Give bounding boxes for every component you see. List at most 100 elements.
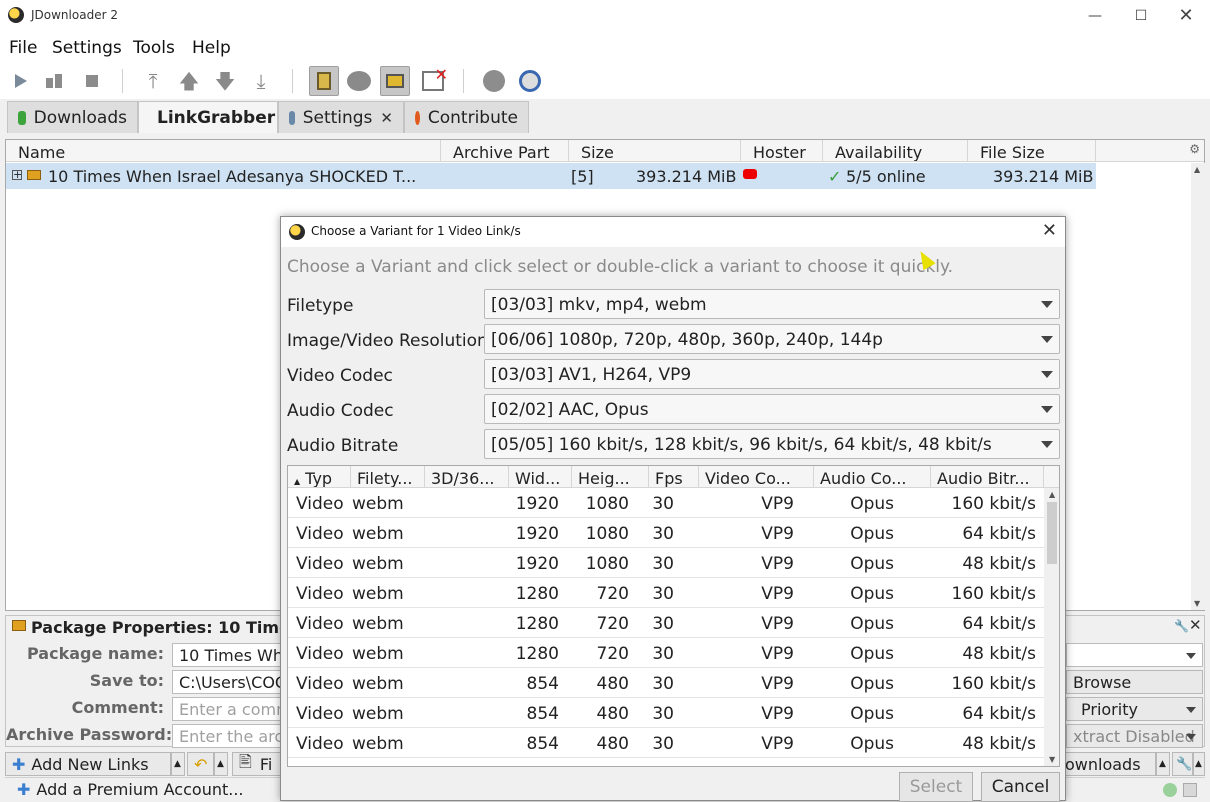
extract-dropdown[interactable]: xtract Disabled (1066, 724, 1203, 748)
move-bottom-button[interactable]: ⤓ (247, 67, 275, 95)
premium-toggle[interactable] (380, 66, 410, 96)
column-header-fps[interactable]: Fps (649, 466, 699, 488)
browse-label: Browse (1073, 672, 1132, 692)
close-tab-icon[interactable]: ✕ (380, 109, 393, 127)
audio-bitrate-select[interactable]: [05/05] 160 kbit/s, 128 kbit/s, 96 kbit/… (484, 429, 1060, 459)
file-button[interactable]: 🖹 Fi (232, 752, 282, 776)
tab-downloads[interactable]: Downloads (7, 101, 138, 133)
main-scrollbar[interactable]: ▲ ▼ (1191, 163, 1205, 610)
variant-row[interactable]: Video webm 1920 1080 30 VP9 Opus 64 kbit/s (288, 518, 1044, 548)
comment-field[interactable]: Enter a comm (172, 697, 292, 721)
clipboard-observer-toggle[interactable] (309, 66, 339, 96)
video-codec-select[interactable]: [03/03] AV1, H264, VP9 (484, 359, 1060, 389)
column-header-typ[interactable]: ▲ Typ (288, 466, 351, 488)
variant-row[interactable]: Video webm 854 480 30 VP9 Opus 48 kbit/s (288, 728, 1044, 758)
tab-contribute[interactable]: Contribute (404, 101, 529, 133)
start-downloads-bottom-button[interactable]: ownloads (1060, 752, 1156, 776)
package-name-field[interactable]: 10 Times Wh (172, 643, 292, 667)
column-settings-icon[interactable]: ⚙ (1189, 142, 1200, 156)
column-header-size[interactable]: Size (569, 140, 741, 162)
close-window-button[interactable]: ✕ (1163, 0, 1209, 31)
lock-icon (386, 74, 404, 88)
variant-row[interactable]: Video webm 854 480 30 VP9 Opus 64 kbit/s (288, 698, 1044, 728)
column-header-audio-bitrate[interactable]: Audio Bitr... (931, 466, 1044, 488)
add-new-links-button[interactable]: ✚ Add New Links (5, 752, 171, 776)
minimize-button[interactable]: — (1072, 0, 1118, 31)
close-panel-icon[interactable]: ✕ (1189, 616, 1202, 634)
column-header-audio-codec[interactable]: Audio Co... (814, 466, 931, 488)
menu-settings[interactable]: Settings (52, 38, 122, 58)
add-links-menu-button[interactable]: ▲ (171, 752, 185, 776)
menu-tools[interactable]: Tools (133, 38, 175, 58)
browse-button[interactable]: Browse (1066, 670, 1203, 694)
column-header-archive-part[interactable]: Archive Part (441, 140, 569, 162)
maximize-button[interactable]: ☐ (1118, 0, 1164, 31)
cancel-button[interactable]: Cancel (981, 772, 1060, 802)
variant-row[interactable]: Video webm 854 480 30 VP9 Opus 160 kbit/s (288, 668, 1044, 698)
package-name-dropdown[interactable] (1066, 643, 1203, 667)
resolution-value: [06/06] 1080p, 720p, 480p, 360p, 240p, 1… (491, 330, 883, 350)
properties-menu-button[interactable]: ▲ (1193, 752, 1205, 776)
audio-codec-label: Audio Codec (287, 401, 394, 421)
cell-typ: Video (296, 494, 344, 514)
archive-password-field[interactable]: Enter the arch (172, 724, 292, 748)
column-header-file-size[interactable]: File Size (968, 140, 1096, 162)
cell-width: 1280 (515, 614, 559, 634)
move-down-button[interactable]: 🡇 (211, 67, 239, 95)
menu-help[interactable]: Help (192, 38, 231, 58)
pause-button[interactable] (40, 67, 68, 95)
column-header-hoster[interactable]: Hoster (741, 140, 823, 162)
start-downloads-button[interactable] (7, 67, 35, 95)
comment-label: Comment: (71, 698, 164, 717)
expand-icon[interactable]: + (12, 169, 22, 180)
panel-settings-icon[interactable]: 🔧 (1174, 619, 1189, 633)
menu-file[interactable]: File (9, 38, 37, 58)
column-header-filetype[interactable]: Filety... (351, 466, 425, 488)
tab-linkgrabber[interactable]: LinkGrabber (138, 101, 278, 133)
column-header-3d[interactable]: 3D/36... (425, 466, 509, 488)
column-header-availability[interactable]: Availability (823, 140, 968, 162)
update-button[interactable] (516, 67, 544, 95)
undo-menu-button[interactable]: ▲ (214, 752, 228, 776)
resolution-select[interactable]: [06/06] 1080p, 720p, 480p, 360p, 240p, 1… (484, 324, 1060, 354)
priority-dropdown[interactable]: Priority (1066, 697, 1203, 721)
variant-row[interactable]: Video webm 1280 720 30 VP9 Opus 160 kbit/s (288, 578, 1044, 608)
stop-icon (86, 75, 98, 87)
add-premium-account-button[interactable]: ✚ Add a Premium Account... (17, 780, 244, 799)
variant-row[interactable]: Video webm 1920 1080 30 VP9 Opus 160 kbit/s (288, 488, 1044, 518)
move-top-button[interactable]: ⤒ (139, 67, 167, 95)
tab-label: Downloads (33, 107, 127, 128)
cell-typ: Video (296, 614, 344, 634)
column-header-name[interactable]: Name (6, 140, 441, 162)
audio-codec-select[interactable]: [02/02] AAC, Opus (484, 394, 1060, 424)
cell-audio-codec: Opus (850, 524, 894, 544)
auto-reconnect-toggle[interactable] (345, 67, 373, 95)
column-label: Typ (305, 469, 333, 488)
close-dialog-button[interactable]: ✕ (1042, 220, 1057, 241)
select-button[interactable]: Select (899, 772, 973, 802)
column-header-width[interactable]: Wid... (509, 466, 572, 488)
cell-height: 480 (596, 704, 629, 724)
audio-bitrate-label: Audio Bitrate (287, 436, 399, 456)
move-up-button[interactable]: 🡅 (175, 67, 203, 95)
variant-row[interactable]: Video webm 1920 1080 30 VP9 Opus 48 kbit/s (288, 548, 1044, 578)
variant-row[interactable]: Video webm 1280 720 30 VP9 Opus 64 kbit/s (288, 608, 1044, 638)
tab-settings[interactable]: Settings ✕ (278, 101, 404, 133)
undo-button[interactable]: ↶ (187, 752, 214, 776)
filetype-select[interactable]: [03/03] mkv, mp4, webm (484, 289, 1060, 319)
variant-scrollbar[interactable]: ▲ ▼ (1044, 488, 1059, 766)
toggle-properties-button[interactable]: 🔧 (1172, 752, 1193, 776)
video-codec-value: [03/03] AV1, H264, VP9 (491, 365, 692, 385)
silent-mode-toggle[interactable]: ✕ (419, 65, 448, 95)
downloads-menu-button[interactable]: ▲ (1156, 752, 1170, 776)
save-to-field[interactable]: C:\Users\COC (172, 670, 292, 694)
column-header-height[interactable]: Heig... (572, 466, 649, 488)
scroll-thumb[interactable] (1047, 502, 1057, 564)
variant-row[interactable]: Video webm 1280 720 30 VP9 Opus 48 kbit/s (288, 638, 1044, 668)
stop-button[interactable] (78, 67, 106, 95)
package-row[interactable]: + 10 Times When Israel Adesanya SHOCKED … (6, 163, 1096, 189)
reconnect-button[interactable] (480, 67, 508, 95)
package-availability: 5/5 online (846, 167, 926, 186)
column-header-video-codec[interactable]: Video Co... (699, 466, 814, 488)
cell-height: 1080 (585, 554, 629, 574)
